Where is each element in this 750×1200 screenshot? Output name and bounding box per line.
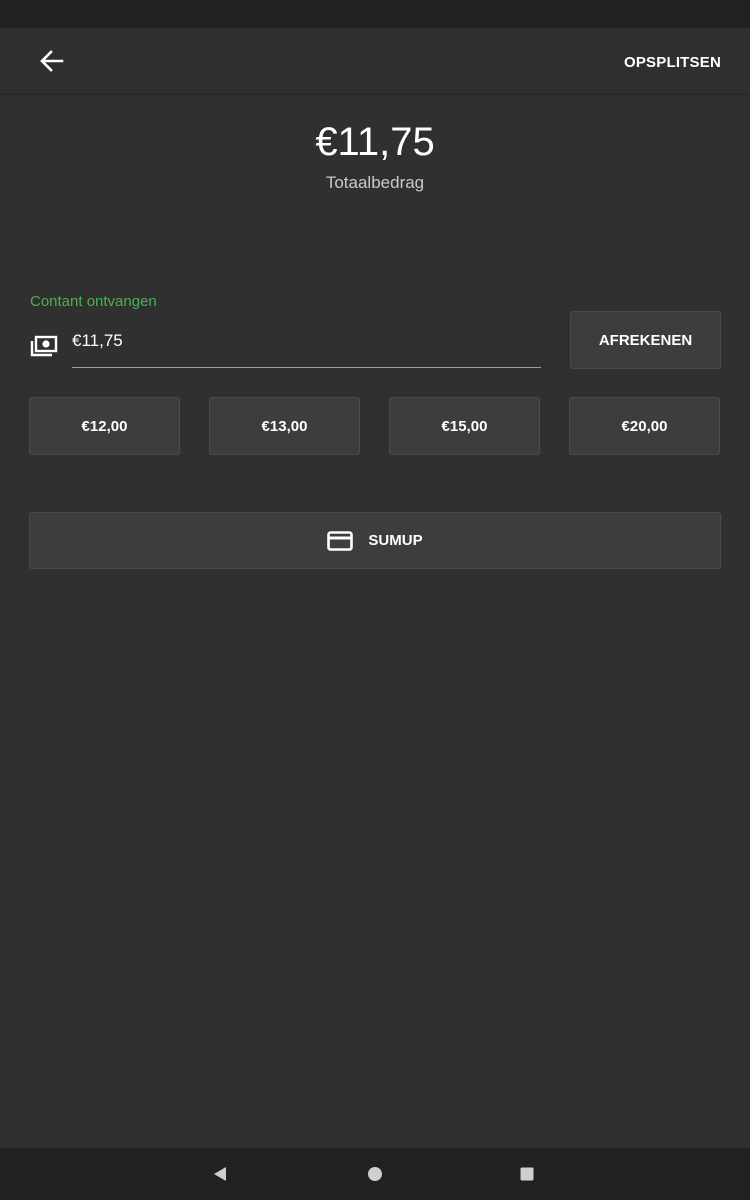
nav-back-button[interactable]	[190, 1148, 250, 1200]
cash-icon	[30, 335, 58, 357]
nav-recents-button[interactable]	[497, 1148, 557, 1200]
total-amount: €11,75	[315, 120, 435, 164]
cash-received-input[interactable]	[72, 324, 541, 368]
nav-recents-icon	[520, 1167, 534, 1181]
cash-received-label: Contant ontvangen	[30, 293, 157, 310]
system-nav-bar	[0, 1148, 750, 1200]
back-button[interactable]	[30, 43, 74, 79]
quick-amount-button[interactable]: €12,00	[29, 397, 180, 455]
total-label: Totaalbedrag	[325, 173, 425, 192]
credit-card-icon	[327, 530, 354, 551]
app-bar: OPSPLITSEN	[0, 28, 750, 95]
quick-amount-button[interactable]: €15,00	[389, 397, 540, 455]
nav-home-button[interactable]	[345, 1148, 405, 1200]
sumup-button[interactable]: SUMUP	[29, 512, 721, 569]
quick-amount-button[interactable]: €20,00	[569, 397, 720, 455]
sumup-label: SUMUP	[368, 532, 423, 549]
status-bar	[0, 0, 750, 28]
arrow-left-icon	[40, 50, 64, 72]
nav-home-icon	[368, 1167, 382, 1181]
nav-back-icon	[214, 1167, 226, 1181]
split-button[interactable]: OPSPLITSEN	[624, 54, 721, 71]
quick-amount-button[interactable]: €13,00	[209, 397, 360, 455]
checkout-button[interactable]: AFREKENEN	[570, 311, 721, 369]
